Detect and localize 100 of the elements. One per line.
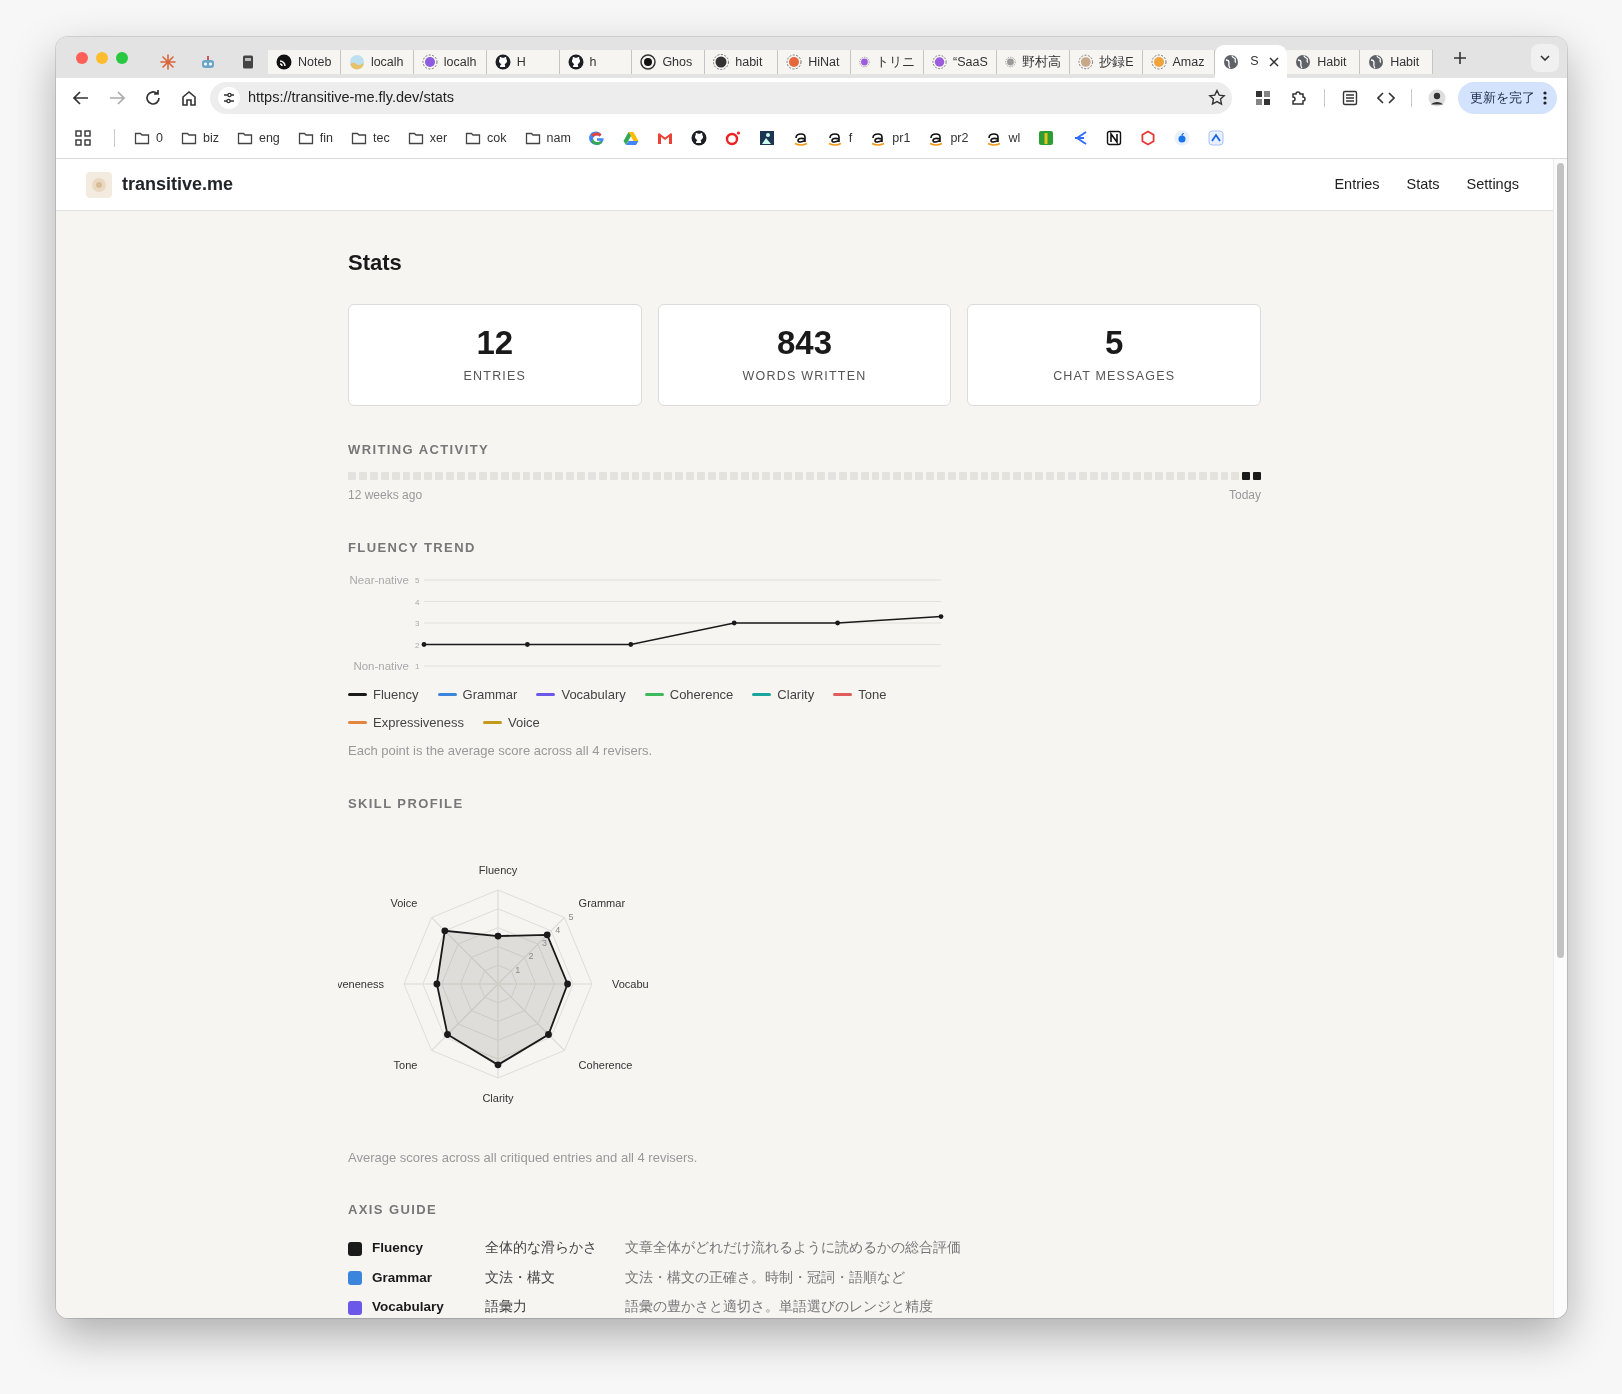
bookmark-folder[interactable]: nam: [521, 128, 574, 148]
stat-label: WORDS WRITTEN: [742, 368, 867, 386]
grid-icon: [74, 129, 92, 147]
data-point: [525, 641, 530, 647]
legend-label: Coherence: [669, 685, 734, 704]
folder-icon: [297, 130, 314, 146]
chart-caption: Average scores across all critiqued entries and all 4 revisers.: [348, 1148, 699, 1167]
browser-tab[interactable]: Habit: [1287, 50, 1361, 74]
legend-label: Voice: [508, 714, 540, 733]
section-title: WRITING ACTIVITY: [348, 442, 491, 458]
bookmark-folder[interactable]: cok: [462, 128, 510, 148]
ring-label: 1: [515, 964, 521, 975]
bookmark-folder[interactable]: eng: [233, 128, 283, 148]
globe-icon: [1368, 54, 1385, 70]
folder-icon: [524, 130, 541, 146]
n-logo-icon: [1106, 130, 1123, 146]
axis-label: Fluency: [478, 863, 518, 876]
axis-label: Vocabu: [612, 977, 649, 990]
folder-icon: [465, 130, 482, 146]
bookmark-folder[interactable]: fin: [294, 128, 336, 148]
ring-label: 2: [528, 951, 534, 962]
brand-name[interactable]: transitive.me: [122, 171, 234, 198]
forward-arrow-icon: [108, 89, 126, 107]
bar-tile-icon: [1038, 130, 1055, 146]
url-text: https://transitive-me.fly.dev/stats: [248, 88, 456, 108]
axis-description: 語彙の豊かさと適切さ。単語選びのレンジと精度: [625, 1298, 933, 1317]
notebook-icon: [240, 54, 256, 70]
browser-tab[interactable]: habit: [705, 50, 779, 74]
robot-icon: [200, 54, 216, 70]
globe-icon: [1295, 54, 1312, 70]
sparkle-icon: [160, 54, 176, 70]
browser-tab[interactable]: S: [1215, 45, 1288, 78]
data-point: [835, 620, 840, 625]
data-point: [543, 931, 551, 938]
chevron-tile-icon: [1208, 130, 1225, 146]
browser-tab[interactable]: h: [559, 50, 633, 74]
browser-tab[interactable]: localh: [340, 50, 414, 74]
folder-icon: [180, 130, 197, 146]
site-settings-icon[interactable]: [218, 87, 240, 109]
data-point: [628, 641, 634, 647]
hexagon-icon: [1140, 130, 1157, 146]
tick-label: 5: [415, 575, 420, 585]
back-arrow-icon: [72, 89, 90, 107]
axis-name: Vocabulary: [372, 1298, 445, 1317]
data-point: [494, 932, 502, 940]
puzzle-icon: [1290, 89, 1308, 107]
bookmark-folder[interactable]: biz: [177, 128, 222, 148]
data-point: [564, 980, 571, 988]
folder-icon: [134, 130, 150, 146]
tick-label: 2: [415, 640, 420, 650]
ring-label: 3: [541, 937, 547, 948]
plus-icon: [1454, 51, 1466, 64]
reader-icon: [758, 130, 775, 146]
chart-caption: Each point is the average score across all 4 revisers.: [348, 741, 654, 760]
nav-link[interactable]: Settings: [1466, 173, 1519, 196]
browser-tab[interactable]: トリニ: [851, 50, 924, 74]
legend-label: Fluency: [373, 685, 419, 704]
axis-description: 文法・構文の正確さ。時制・冠詞・語順など: [625, 1268, 905, 1287]
browser-tab[interactable]: H: [486, 50, 560, 74]
envelope-icon: [656, 130, 673, 146]
a-letter-icon: [792, 130, 809, 146]
data-point: [444, 1030, 451, 1038]
address-bar[interactable]: https://transitive-me.fly.dev/stats: [210, 82, 1232, 114]
apple-circle-icon: [1174, 130, 1191, 146]
tab-search-button[interactable]: [1530, 43, 1559, 72]
nav-link[interactable]: Entries: [1334, 173, 1380, 196]
ring-label: 4: [555, 924, 561, 935]
page-title: Stats: [348, 250, 403, 277]
bookmark[interactable]: f: [823, 128, 856, 148]
avatar-icon: [1428, 89, 1446, 107]
folder-icon: [236, 130, 253, 146]
bookmark-folder[interactable]: 0: [131, 128, 166, 148]
browser-tab[interactable]: 野村高: [996, 50, 1070, 74]
bookmark[interactable]: wl: [983, 128, 1024, 148]
browser-tab[interactable]: Amaz: [1142, 50, 1216, 74]
axis-name: Grammar: [372, 1268, 434, 1287]
browser-tab[interactable]: 抄録E: [1069, 50, 1143, 74]
stat-value: 843: [776, 324, 833, 362]
browser-tab[interactable]: localh: [413, 50, 487, 74]
dashed-circle-icon: [1077, 54, 1094, 70]
update-button[interactable]: 更新を完了: [1458, 82, 1557, 114]
browser-tab[interactable]: Habit: [1360, 50, 1433, 74]
axis-label: Coherence: [578, 1058, 633, 1071]
stat-label: ENTRIES: [463, 368, 527, 386]
data-point: [421, 641, 427, 647]
browser-tab[interactable]: HiNat: [778, 50, 851, 74]
tick-label: 4: [415, 597, 420, 607]
browser-tab[interactable]: Ghos: [632, 50, 706, 74]
legend-label: Clarity: [777, 685, 815, 704]
browser-tab[interactable]: Noteb: [268, 50, 341, 74]
bookmark-folder[interactable]: xer: [404, 128, 451, 148]
reload-icon: [144, 89, 162, 107]
browser-tab[interactable]: “SaaS: [923, 50, 997, 74]
close-icon[interactable]: [1269, 56, 1280, 67]
scrollbar[interactable]: [1553, 159, 1567, 1318]
nav-link[interactable]: Stats: [1406, 173, 1440, 196]
bookmark-folder[interactable]: tec: [348, 128, 393, 148]
star-icon[interactable]: [1208, 89, 1226, 107]
bookmark[interactable]: pr2: [925, 128, 972, 148]
bookmark[interactable]: pr1: [867, 128, 914, 148]
